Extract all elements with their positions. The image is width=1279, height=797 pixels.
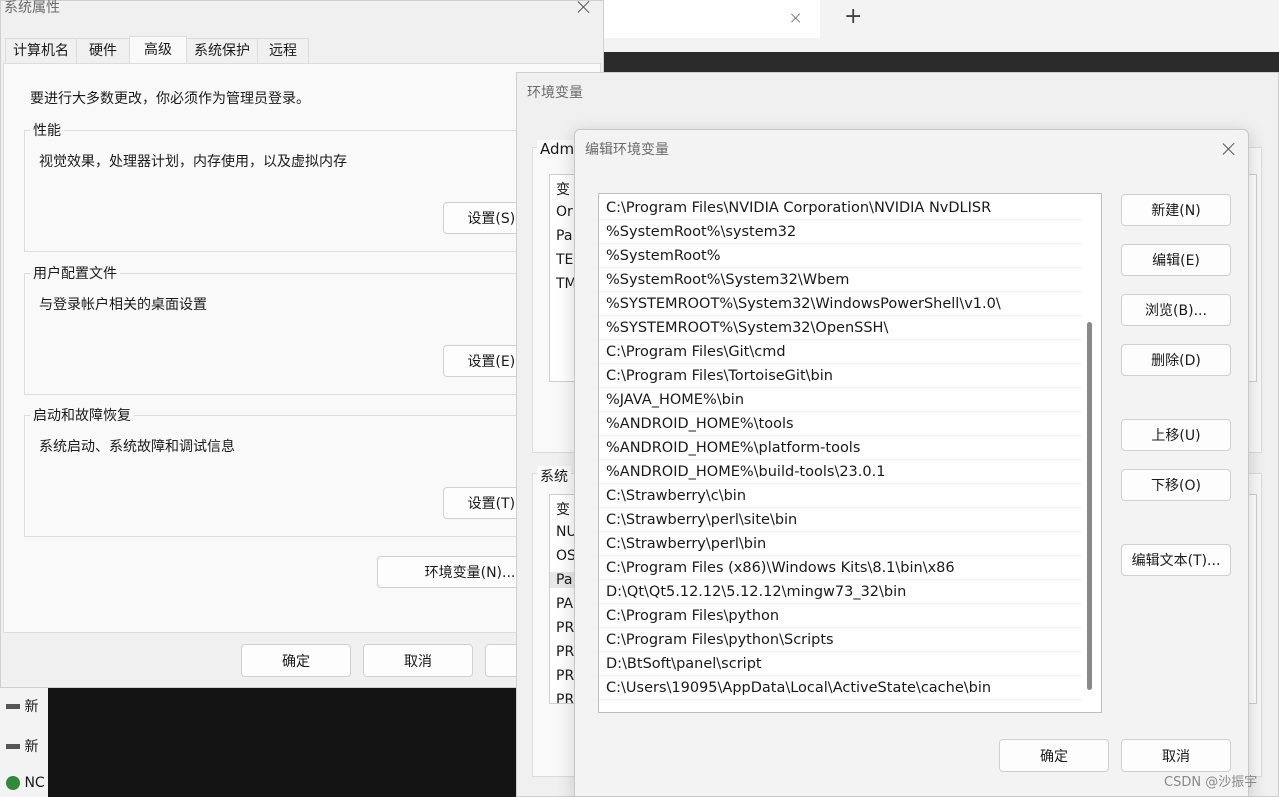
taskbar-item[interactable]: NC <box>6 775 48 795</box>
edit-button[interactable]: 编辑(E) <box>1121 244 1231 276</box>
move-up-button[interactable]: 上移(U) <box>1121 419 1231 451</box>
startup-recovery-group: 启动和故障恢复 系统启动、系统故障和调试信息 设置(T)... <box>24 405 584 537</box>
startup-recovery-legend: 启动和故障恢复 <box>30 405 134 425</box>
globe-icon <box>6 776 20 790</box>
browse-button[interactable]: 浏览(B)... <box>1121 294 1231 326</box>
ok-button[interactable]: 确定 <box>999 739 1109 772</box>
list-item[interactable]: Pa <box>556 228 572 244</box>
edit-environment-variable-dialog: 编辑环境变量 C:\Program Files\NVIDIA Corporati… <box>574 129 1249 797</box>
path-rows: C:\Program Files\NVIDIA Corporation\NVID… <box>599 196 1081 700</box>
user-profile-group: 用户配置文件 与登录帐户相关的桌面设置 设置(E)... <box>24 263 584 395</box>
drive-icon <box>6 703 20 709</box>
path-list-item[interactable]: C:\Strawberry\c\bin <box>599 484 1081 508</box>
dialog-title: 编辑环境变量 <box>585 142 669 158</box>
cancel-button[interactable]: 取消 <box>1121 739 1231 772</box>
user-profile-desc: 与登录帐户相关的桌面设置 <box>39 297 207 313</box>
path-list-item[interactable]: %SystemRoot% <box>599 244 1081 268</box>
list-item[interactable]: PR <box>556 644 574 660</box>
system-variables-legend: 系统 <box>537 466 571 486</box>
tab-close-icon[interactable] <box>790 12 802 24</box>
taskbar-item[interactable]: 新 <box>6 736 48 756</box>
performance-legend: 性能 <box>30 120 64 140</box>
path-list-item[interactable]: C:\Program Files\NVIDIA Corporation\NVID… <box>599 196 1081 220</box>
list-item[interactable]: OS <box>556 548 576 564</box>
close-icon[interactable] <box>1221 141 1237 157</box>
cancel-button[interactable]: 取消 <box>363 644 473 677</box>
tab-panel-advanced: 要进行大多数更改，你必须作为管理员登录。 性能 视觉效果，处理器计划，内存使用，… <box>3 63 601 633</box>
tab-hardware[interactable]: 硬件 <box>76 38 130 64</box>
dialog-title: 系统属性 <box>4 0 60 16</box>
user-profile-legend: 用户配置文件 <box>30 263 120 283</box>
path-list-item[interactable]: C:\Program Files (x86)\Windows Kits\8.1\… <box>599 556 1081 580</box>
close-icon[interactable] <box>576 0 592 15</box>
startup-recovery-desc: 系统启动、系统故障和调试信息 <box>39 439 235 455</box>
new-tab-plus-icon[interactable]: + <box>844 4 862 29</box>
path-list-item[interactable]: C:\Strawberry\perl\bin <box>599 532 1081 556</box>
tab-system-protection[interactable]: 系统保护 <box>186 38 258 64</box>
path-list[interactable]: C:\Program Files\NVIDIA Corporation\NVID… <box>598 193 1102 713</box>
user-variables-legend: Adm <box>537 140 578 158</box>
browser-window: + <box>600 0 1279 52</box>
list-header: 变 <box>556 182 570 198</box>
list-item[interactable]: TE <box>556 252 573 268</box>
path-list-item[interactable]: C:\Program Files\python <box>599 604 1081 628</box>
path-list-item[interactable]: C:\Program Files\TortoiseGit\bin <box>599 364 1081 388</box>
path-list-item[interactable]: %JAVA_HOME%\bin <box>599 388 1081 412</box>
path-list-item[interactable]: %ANDROID_HOME%\tools <box>599 412 1081 436</box>
browser-tab[interactable] <box>600 0 820 38</box>
console-background: 新 新 NC <box>0 688 520 797</box>
drive-icon <box>6 743 20 749</box>
performance-desc: 视觉效果，处理器计划，内存使用，以及虚拟内存 <box>39 154 347 170</box>
ok-button[interactable]: 确定 <box>241 644 351 677</box>
list-item[interactable]: Or <box>556 204 573 220</box>
path-list-item[interactable]: %SystemRoot%\System32\Wbem <box>599 268 1081 292</box>
path-list-item[interactable]: C:\Users\19095\AppData\Local\ActiveState… <box>599 676 1081 700</box>
path-list-item[interactable]: %SYSTEMROOT%\System32\WindowsPowerShell\… <box>599 292 1081 316</box>
watermark: CSDN @沙振宇 <box>1164 775 1258 790</box>
edit-text-button[interactable]: 编辑文本(T)... <box>1121 544 1231 576</box>
list-item[interactable]: PR <box>556 692 574 703</box>
move-down-button[interactable]: 下移(O) <box>1121 469 1231 501</box>
list-item[interactable]: PR <box>556 668 574 684</box>
path-list-item[interactable]: %ANDROID_HOME%\build-tools\23.0.1 <box>599 460 1081 484</box>
list-item[interactable]: PA <box>556 596 573 612</box>
path-list-item[interactable]: D:\Qt\Qt5.12.12\5.12.12\mingw73_32\bin <box>599 580 1081 604</box>
list-item[interactable]: PR <box>556 620 574 636</box>
path-list-item[interactable]: C:\Program Files\python\Scripts <box>599 628 1081 652</box>
tab-advanced[interactable]: 高级 <box>129 36 187 65</box>
path-list-item[interactable]: %SYSTEMROOT%\System32\OpenSSH\ <box>599 316 1081 340</box>
path-list-item[interactable]: C:\Strawberry\perl\site\bin <box>599 508 1081 532</box>
new-button[interactable]: 新建(N) <box>1121 194 1231 226</box>
system-properties-dialog: 系统属性 计算机名 硬件 高级 系统保护 远程 要进行大多数更改，你必须作为管理… <box>0 0 604 688</box>
performance-group: 性能 视觉效果，处理器计划，内存使用，以及虚拟内存 设置(S)... <box>24 120 584 252</box>
list-header: 变 <box>556 502 570 518</box>
scrollbar[interactable] <box>1087 322 1092 690</box>
path-list-item[interactable]: D:\BtSoft\panel\script <box>599 652 1081 676</box>
path-list-item[interactable]: %SystemRoot%\system32 <box>599 220 1081 244</box>
path-list-item[interactable]: %ANDROID_HOME%\platform-tools <box>599 436 1081 460</box>
admin-note: 要进行大多数更改，你必须作为管理员登录。 <box>30 91 310 107</box>
path-list-item[interactable]: C:\Program Files\Git\cmd <box>599 340 1081 364</box>
tab-computer-name[interactable]: 计算机名 <box>5 38 77 64</box>
delete-button[interactable]: 删除(D) <box>1121 344 1231 376</box>
tab-remote[interactable]: 远程 <box>257 38 309 64</box>
browser-content-dark <box>600 52 1279 74</box>
taskbar-item[interactable]: 新 <box>6 696 48 716</box>
dialog-title: 环境变量 <box>527 85 583 101</box>
